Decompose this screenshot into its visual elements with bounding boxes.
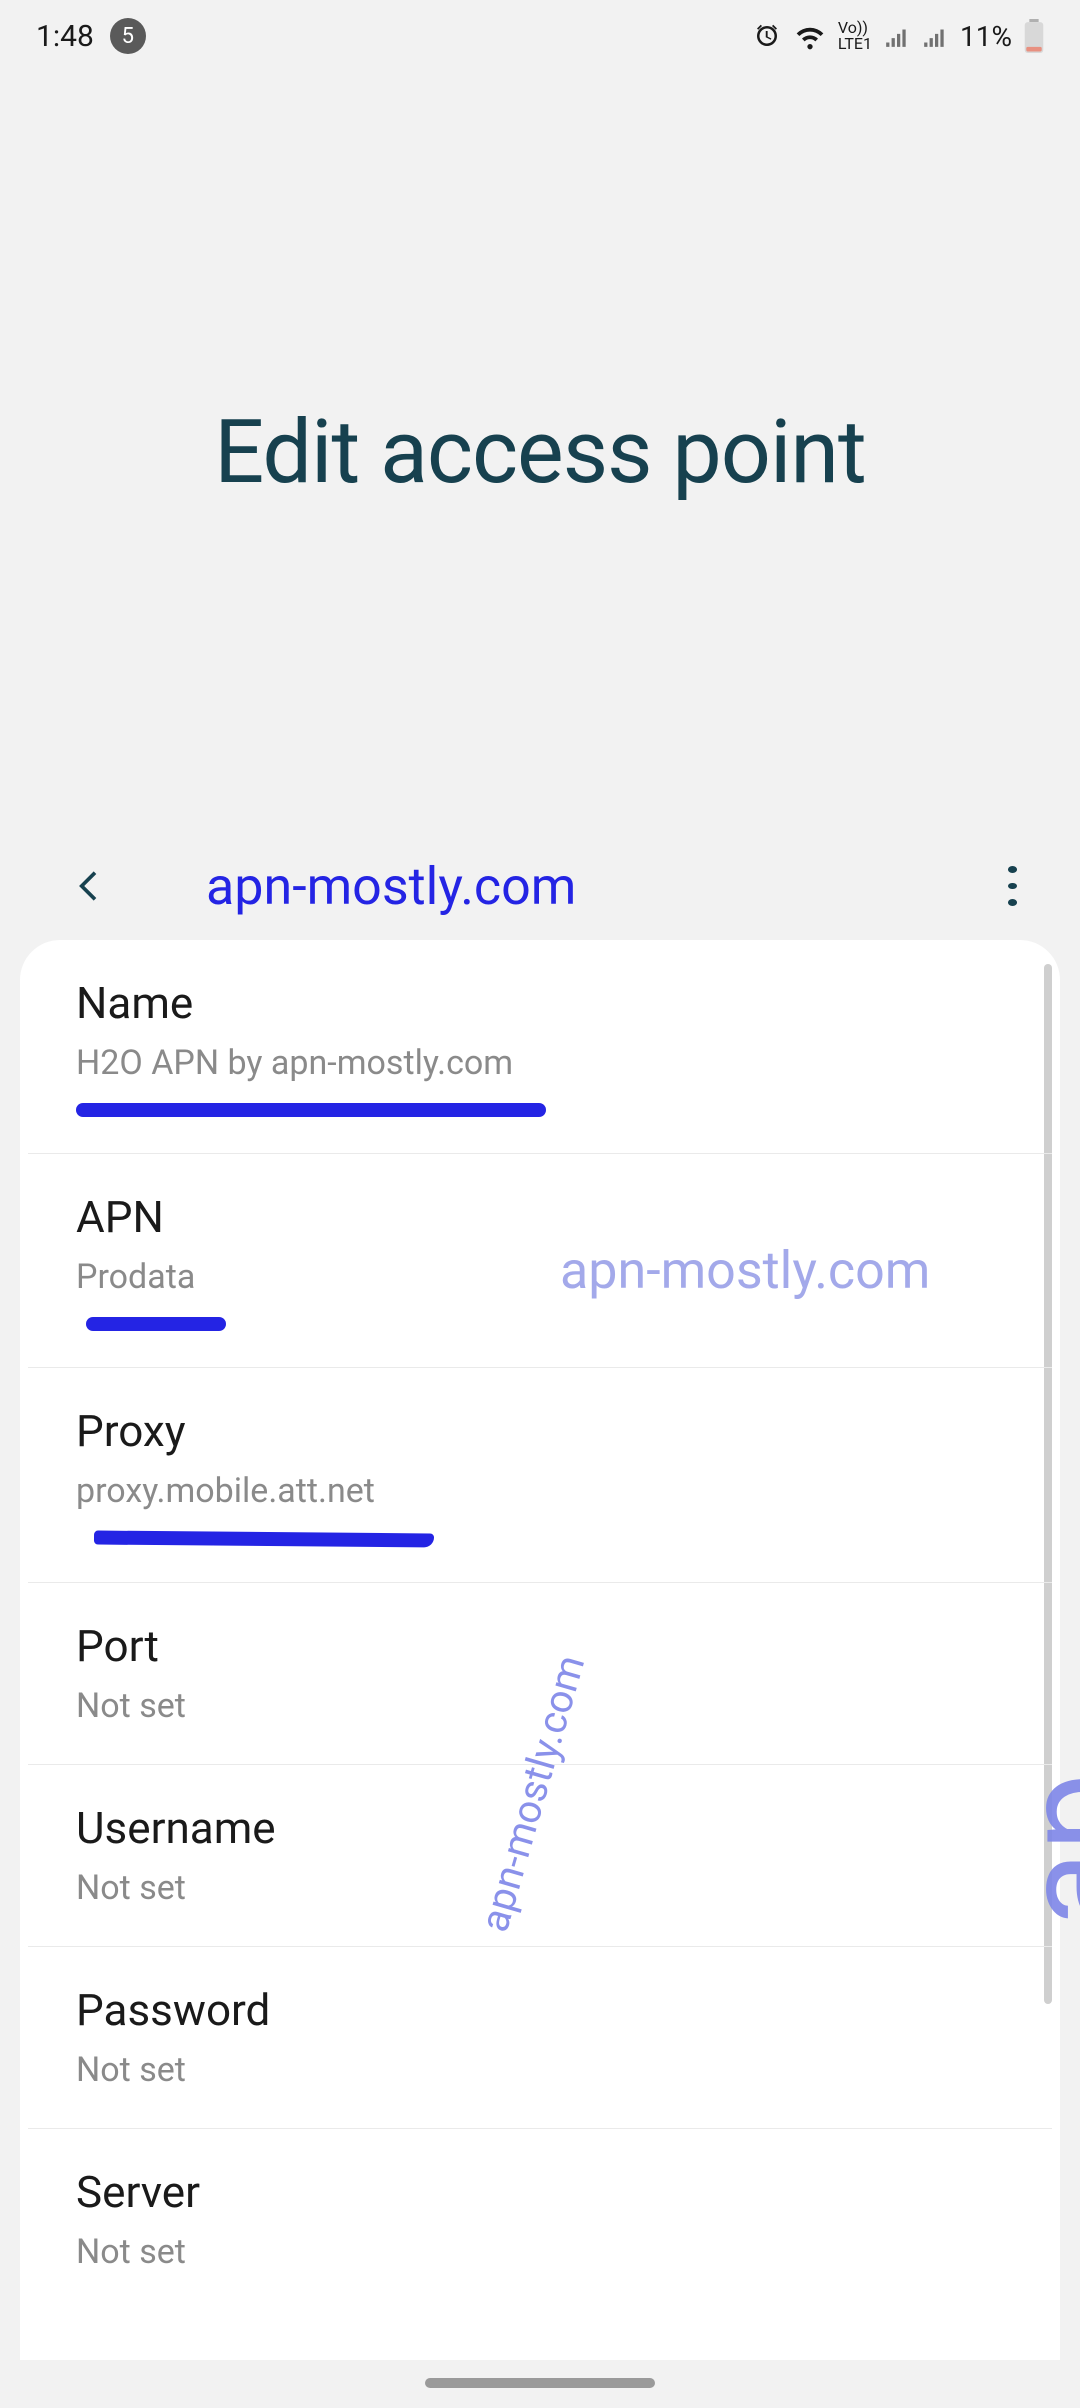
setting-value: Not set: [76, 2048, 1004, 2092]
more-options-icon[interactable]: [992, 866, 1032, 906]
annotation-underline: [76, 1103, 546, 1117]
page-title: Edit access point: [214, 401, 866, 504]
wifi-icon: [794, 20, 826, 52]
setting-value: Not set: [76, 2230, 1004, 2274]
setting-value: proxy.mobile.att.net: [76, 1469, 1004, 1513]
setting-label: Proxy: [76, 1404, 1004, 1459]
annotation-underline: [86, 1317, 226, 1331]
setting-label: Port: [76, 1619, 1004, 1674]
setting-item-proxy[interactable]: Proxy proxy.mobile.att.net: [28, 1368, 1052, 1582]
header-area: Edit access point: [0, 72, 1080, 832]
toolbar-title: apn-mostly.com: [110, 856, 992, 917]
clock-time: 1:48: [36, 19, 94, 54]
setting-label: APN: [76, 1190, 1004, 1245]
setting-value: Not set: [76, 1684, 1004, 1728]
battery-percent: 11%: [960, 20, 1012, 53]
alarm-icon: [752, 21, 782, 51]
signal-bars-2-icon: [922, 23, 948, 49]
setting-item-apn[interactable]: APN Prodata: [28, 1154, 1052, 1368]
settings-card: Name H2O APN by apn-mostly.com APN Proda…: [20, 940, 1060, 2360]
setting-item-password[interactable]: Password Not set: [28, 1947, 1052, 2129]
setting-label: Server: [76, 2165, 1004, 2220]
status-right: Vo)) LTE1 11%: [752, 19, 1044, 53]
navigation-handle[interactable]: [425, 2378, 655, 2388]
back-icon[interactable]: [70, 866, 110, 906]
setting-item-username[interactable]: Username Not set: [28, 1765, 1052, 1947]
toolbar: apn-mostly.com: [0, 832, 1080, 940]
battery-icon: [1024, 19, 1044, 53]
setting-value: Not set: [76, 1866, 1004, 1910]
setting-value: Prodata: [76, 1255, 1004, 1299]
setting-label: Password: [76, 1983, 1004, 2038]
setting-item-port[interactable]: Port Not set: [28, 1583, 1052, 1765]
setting-label: Username: [76, 1801, 1004, 1856]
status-left: 1:48 5: [36, 18, 146, 54]
notification-count-icon: 5: [110, 18, 146, 54]
network-label: Vo)) LTE1: [838, 20, 872, 52]
setting-item-name[interactable]: Name H2O APN by apn-mostly.com: [28, 940, 1052, 1154]
setting-label: Name: [76, 976, 1004, 1031]
status-bar: 1:48 5 Vo)) LTE1 11%: [0, 0, 1080, 72]
setting-item-server[interactable]: Server Not set: [28, 2129, 1052, 2310]
annotation-underline: [94, 1530, 434, 1547]
setting-value: H2O APN by apn-mostly.com: [76, 1041, 1004, 1085]
signal-bars-1-icon: [884, 23, 910, 49]
